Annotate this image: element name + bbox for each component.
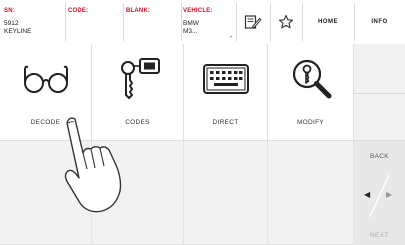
edit-note-button[interactable] (236, 0, 270, 44)
edit-note-icon (244, 15, 262, 29)
sn-value: 5912 (4, 20, 19, 27)
magnifier-key-icon (292, 59, 331, 99)
favorite-button[interactable] (270, 0, 302, 44)
next-button[interactable]: ▶ (380, 171, 405, 221)
modify-label: MODIFY (296, 119, 325, 126)
keyboard-icon (202, 64, 249, 94)
header-bar: SN: 5912 KEYLINE CODE: BLANK: VEHICLE: B… (0, 0, 405, 44)
vehicle-field: VEHICLE: BMW M3... ▼ (181, 0, 236, 44)
star-icon (278, 14, 294, 29)
direct-tile[interactable]: DIRECT (184, 44, 268, 141)
side-empty-middle (354, 94, 405, 141)
modify-tile[interactable]: MODIFY (268, 44, 354, 141)
vehicle-label: VEHICLE: (183, 8, 213, 14)
arrow-left-icon: ◀ (364, 190, 371, 199)
arrow-right-icon: ▶ (386, 190, 393, 199)
blank-field: BLANK: (123, 0, 181, 44)
glasses-icon (23, 65, 68, 93)
key-tag-icon (120, 58, 160, 99)
next-label: NEXT (370, 232, 389, 239)
code-field: CODE: (65, 0, 123, 44)
pointing-hand-icon (64, 117, 122, 213)
info-button[interactable]: INFO (354, 0, 405, 44)
back-button[interactable]: ◀ (354, 171, 379, 221)
side-empty-top (354, 44, 405, 94)
home-button[interactable]: HOME (302, 0, 354, 44)
app-window: SN: 5912 KEYLINE CODE: BLANK: VEHICLE: B… (0, 0, 405, 245)
vehicle-make: BMW (183, 20, 199, 27)
page-nav-panel: BACK ◀ ▶ NEXT (354, 141, 405, 245)
sn-model: KEYLINE (4, 28, 32, 35)
empty-tile (268, 141, 354, 245)
back-label: BACK (370, 153, 389, 160)
code-label: CODE: (68, 8, 89, 14)
vehicle-model: M3... (183, 28, 198, 35)
blank-label: BLANK: (126, 8, 151, 14)
direct-label: DIRECT (212, 119, 239, 126)
dropdown-arrow-icon: ▼ (229, 34, 233, 39)
sn-label: SN: (4, 8, 15, 14)
empty-tile (184, 141, 268, 245)
serial-number-field: SN: 5912 KEYLINE (0, 0, 65, 44)
